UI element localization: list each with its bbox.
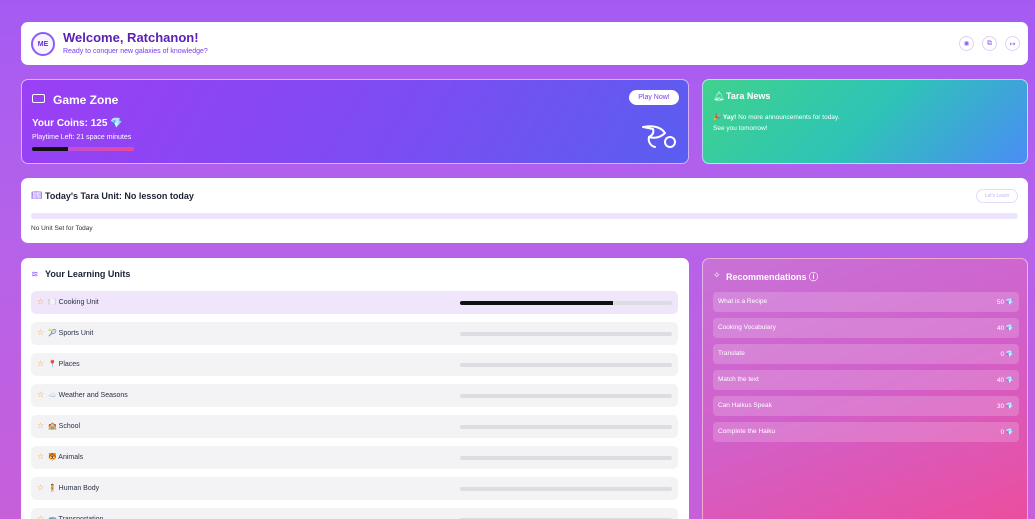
- recommendation-label: What is a Recipe: [718, 298, 768, 305]
- learning-units-card: ≋ Your Learning Units ☆ 🍽️ Cooking Unit ☆ 🎾…: [21, 258, 689, 519]
- coins-label: Your Coins: 125 💎: [32, 118, 123, 129]
- unit-label: 🐯 Animals: [48, 454, 84, 461]
- welcome-title: Welcome, Ratchanon!: [63, 30, 199, 45]
- star-icon[interactable]: ☆: [37, 452, 44, 461]
- unit-label: 🍽️ Cooking Unit: [48, 299, 99, 306]
- avatar[interactable]: ME: [31, 32, 55, 56]
- recommendations-card: ✧ Recommendations ⓘ What is a Recipe 50 💎…: [702, 258, 1028, 519]
- star-icon[interactable]: ☆: [37, 390, 44, 399]
- recommendation-coins: 0 💎: [1000, 351, 1014, 358]
- unit-label: ☁️ Weather and Seasons: [48, 392, 128, 399]
- unit-label: 🏫 School: [48, 423, 81, 430]
- gem-icon: 💎: [1005, 403, 1014, 410]
- sparkle-icon: ✧: [713, 270, 721, 280]
- unit-label: 🎾 Sports Unit: [48, 330, 94, 337]
- today-unit-card: 📖︎ Today's Tara Unit: No lesson today Le…: [21, 178, 1028, 243]
- game-zone-card: Game Zone Your Coins: 125 💎 Playtime Lef…: [21, 79, 689, 164]
- star-icon[interactable]: ☆: [37, 328, 44, 337]
- gem-icon: 💎: [1005, 351, 1014, 358]
- playtime-progress-bar: [32, 147, 134, 151]
- recommendations-title: Recommendations ⓘ: [726, 272, 819, 282]
- gem-icon: 💎: [1005, 377, 1014, 384]
- gem-icon: 💎: [1005, 325, 1014, 332]
- recommendation-item[interactable]: What is a Recipe 50 💎: [713, 292, 1019, 312]
- news-title: Tara News: [726, 91, 771, 101]
- unit-progress-bar: [460, 487, 672, 491]
- playtime-label: Playtime Left: 21 space minutes: [32, 134, 132, 141]
- recommendation-coins: 50 💎: [996, 299, 1014, 306]
- unit-label: 📍 Places: [48, 361, 80, 368]
- unit-row[interactable]: ☆ 🏫 School: [31, 415, 678, 438]
- learning-units-title: Your Learning Units: [45, 269, 131, 279]
- open-book-icon: 📖︎: [31, 190, 43, 200]
- unit-progress-bar: [460, 394, 672, 398]
- bell-icon: 🔔︎: [713, 91, 725, 101]
- unit-label: 🧍 Human Body: [48, 485, 100, 492]
- recommendation-item[interactable]: Complete the Haiku 0 💎: [713, 422, 1019, 442]
- recommendation-item[interactable]: Cooking Vocabulary 40 💎: [713, 318, 1019, 338]
- gem-icon: 💎: [110, 118, 123, 129]
- gem-icon: 💎: [1005, 299, 1014, 306]
- recommendation-label: Cooking Vocabulary: [718, 324, 776, 331]
- recommendation-label: Complete the Haiku: [718, 428, 776, 435]
- tara-news-card: 🔔︎ Tara News 🎉 Yay! No more announcement…: [702, 79, 1028, 164]
- unit-progress-bar: [460, 332, 672, 336]
- gamepad-icon: [32, 94, 45, 103]
- unit-progress-bar: [460, 456, 672, 460]
- recommendation-coins: 0 💎: [1000, 429, 1014, 436]
- recommendation-coins: 40 💎: [996, 325, 1014, 332]
- recommendation-coins: 40 💎: [996, 377, 1014, 384]
- unit-progress-fill: [460, 301, 613, 305]
- recommendation-label: Match the text: [718, 376, 759, 383]
- news-message: 🎉 Yay! No more announcements for today.: [713, 114, 840, 121]
- unit-progress-bar: [460, 425, 672, 429]
- recommendation-label: Can Haikus Speak: [718, 402, 772, 409]
- unit-row[interactable]: ☆ 🚌 Transportation: [31, 508, 678, 519]
- recommendation-label: Translate: [718, 350, 745, 357]
- star-icon[interactable]: ☆: [37, 514, 44, 519]
- unit-row[interactable]: ☆ 🐯 Animals: [31, 446, 678, 469]
- unit-row[interactable]: ☆ 📍 Places: [31, 353, 678, 376]
- game-zone-title: Game Zone: [53, 93, 119, 107]
- recommendation-item[interactable]: Match the text 40 💎: [713, 370, 1019, 390]
- today-unit-title: Today's Tara Unit: No lesson today: [45, 191, 194, 201]
- info-icon[interactable]: ⓘ: [809, 272, 818, 282]
- rocket-icon: [642, 125, 676, 148]
- today-empty-text: No Unit Set for Today: [31, 225, 93, 232]
- news-message-2: See you tomorrow!: [713, 125, 768, 132]
- star-icon[interactable]: ☆: [37, 359, 44, 368]
- today-progress-bar: [31, 213, 1018, 219]
- book-icon[interactable]: ⧉: [982, 36, 997, 51]
- layers-icon: ≋: [31, 269, 39, 279]
- play-now-button[interactable]: Play Now!: [629, 90, 679, 105]
- welcome-tagline: Ready to conquer new galaxies of knowled…: [63, 48, 208, 55]
- welcome-header: ME Welcome, Ratchanon! Ready to conquer …: [21, 22, 1028, 65]
- unit-row[interactable]: ☆ ☁️ Weather and Seasons: [31, 384, 678, 407]
- star-icon[interactable]: ☆: [37, 421, 44, 430]
- gem-icon: 💎: [1005, 429, 1014, 436]
- star-icon[interactable]: ☆: [37, 297, 44, 306]
- logout-icon[interactable]: ↦: [1005, 36, 1020, 51]
- playtime-progress-fill: [32, 147, 68, 151]
- settings-icon[interactable]: ✺: [959, 36, 974, 51]
- unit-row[interactable]: ☆ 🎾 Sports Unit: [31, 322, 678, 345]
- unit-row[interactable]: ☆ 🍽️ Cooking Unit: [31, 291, 678, 314]
- lets-learn-button[interactable]: Let's Learn: [976, 189, 1018, 203]
- star-icon[interactable]: ☆: [37, 483, 44, 492]
- unit-progress-bar: [460, 363, 672, 367]
- recommendation-coins: 30 💎: [996, 403, 1014, 410]
- unit-row[interactable]: ☆ 🧍 Human Body: [31, 477, 678, 500]
- unit-label: 🚌 Transportation: [48, 515, 103, 519]
- unit-progress-bar: [460, 301, 672, 305]
- recommendation-item[interactable]: Can Haikus Speak 30 💎: [713, 396, 1019, 416]
- recommendation-item[interactable]: Translate 0 💎: [713, 344, 1019, 364]
